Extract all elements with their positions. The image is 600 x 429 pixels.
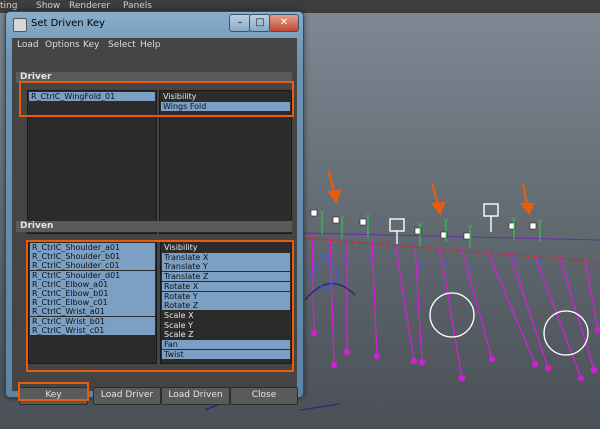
wing-feather-line (461, 249, 493, 360)
wing-control-circle[interactable] (543, 310, 589, 356)
wing-feather-tip[interactable] (458, 374, 466, 382)
wing-feather-line (439, 247, 463, 379)
wing-feather-line (584, 259, 599, 331)
axis-label-z: z (341, 255, 345, 263)
wing-feather-tip[interactable] (577, 374, 585, 382)
axis-label-y: y (538, 217, 542, 225)
axis-label-z: z (321, 250, 325, 258)
dialog-menubar: Load Options Key Select Help (12, 38, 297, 54)
set-driven-key-dialog: Set Driven Key – □ ✕ Load Options Key Se… (5, 11, 304, 405)
wing-feather-tip[interactable] (373, 352, 381, 360)
joint-control-box[interactable] (529, 222, 537, 230)
axis-label-y: y (366, 212, 370, 220)
axis-label-y: y (444, 217, 448, 225)
menu-select[interactable]: Select (108, 40, 136, 50)
axis-label-y: y (418, 221, 422, 229)
driven-section-header[interactable]: Driven (16, 221, 292, 232)
wing-feather-tip[interactable] (343, 348, 351, 356)
dialog-title: Set Driven Key (31, 18, 105, 29)
rig-fragment (299, 403, 341, 411)
axis-markers: y z y z y z y z y z y z y z y z (320, 209, 543, 272)
axis-label-y: y (468, 223, 472, 231)
key-highlight-box (18, 382, 89, 401)
control-boxes (310, 209, 537, 240)
joint-control-box[interactable] (332, 216, 340, 224)
wing-feather-tip[interactable] (531, 360, 539, 368)
dialog-client: Load Options Key Select Help Driver R_Ct… (12, 38, 298, 405)
wing-control-circle[interactable] (429, 292, 475, 338)
wing-rig-lines (310, 231, 600, 382)
menu-help[interactable]: Help (140, 40, 161, 50)
driven-highlight-box (26, 240, 294, 372)
wing-feather-tip[interactable] (418, 358, 426, 366)
driver-highlight-box (19, 81, 294, 117)
joint-control-box[interactable] (310, 209, 318, 217)
wing-feather-tip[interactable] (594, 326, 600, 334)
menu-key[interactable]: Key (83, 40, 99, 50)
wing-feather-tip[interactable] (410, 357, 418, 365)
menu-load[interactable]: Load (17, 40, 39, 50)
wing-feather-tip[interactable] (330, 361, 338, 369)
joint-control-box[interactable] (463, 232, 471, 240)
wing-feather-tip[interactable] (310, 329, 318, 337)
axis-label-z: z (367, 253, 371, 261)
axis-label-z: z (539, 258, 543, 266)
axis-label-y: y (512, 215, 516, 223)
wing-feather-line (371, 239, 378, 357)
close-button[interactable]: Close (230, 387, 298, 405)
wing-feather-line (394, 242, 415, 362)
wing-feather-tip[interactable] (488, 355, 496, 363)
dialog-titlebar[interactable]: Set Driven Key – □ ✕ (6, 12, 303, 38)
close-window-button[interactable]: ✕ (269, 14, 299, 32)
app-icon (13, 18, 27, 32)
maximize-button[interactable]: □ (249, 14, 271, 32)
axis-label-z: z (513, 256, 517, 264)
axis-label-z: z (469, 264, 473, 272)
wing-feather-line (329, 234, 335, 366)
minimize-button[interactable]: – (229, 14, 251, 32)
wing-feather-tip[interactable] (544, 364, 552, 372)
axis-label-z: z (419, 262, 423, 270)
menu-options[interactable]: Options (45, 40, 80, 50)
axis-label-y: y (320, 209, 324, 217)
axis-label-y: y (340, 214, 344, 222)
axis-label-z: z (445, 258, 449, 266)
wing-feather-tip[interactable] (590, 366, 598, 374)
wing-feather-line (534, 255, 582, 379)
wing-feather-line (311, 231, 315, 334)
load-driver-button[interactable]: Load Driver (93, 387, 161, 405)
load-driven-button[interactable]: Load Driven (161, 387, 230, 405)
